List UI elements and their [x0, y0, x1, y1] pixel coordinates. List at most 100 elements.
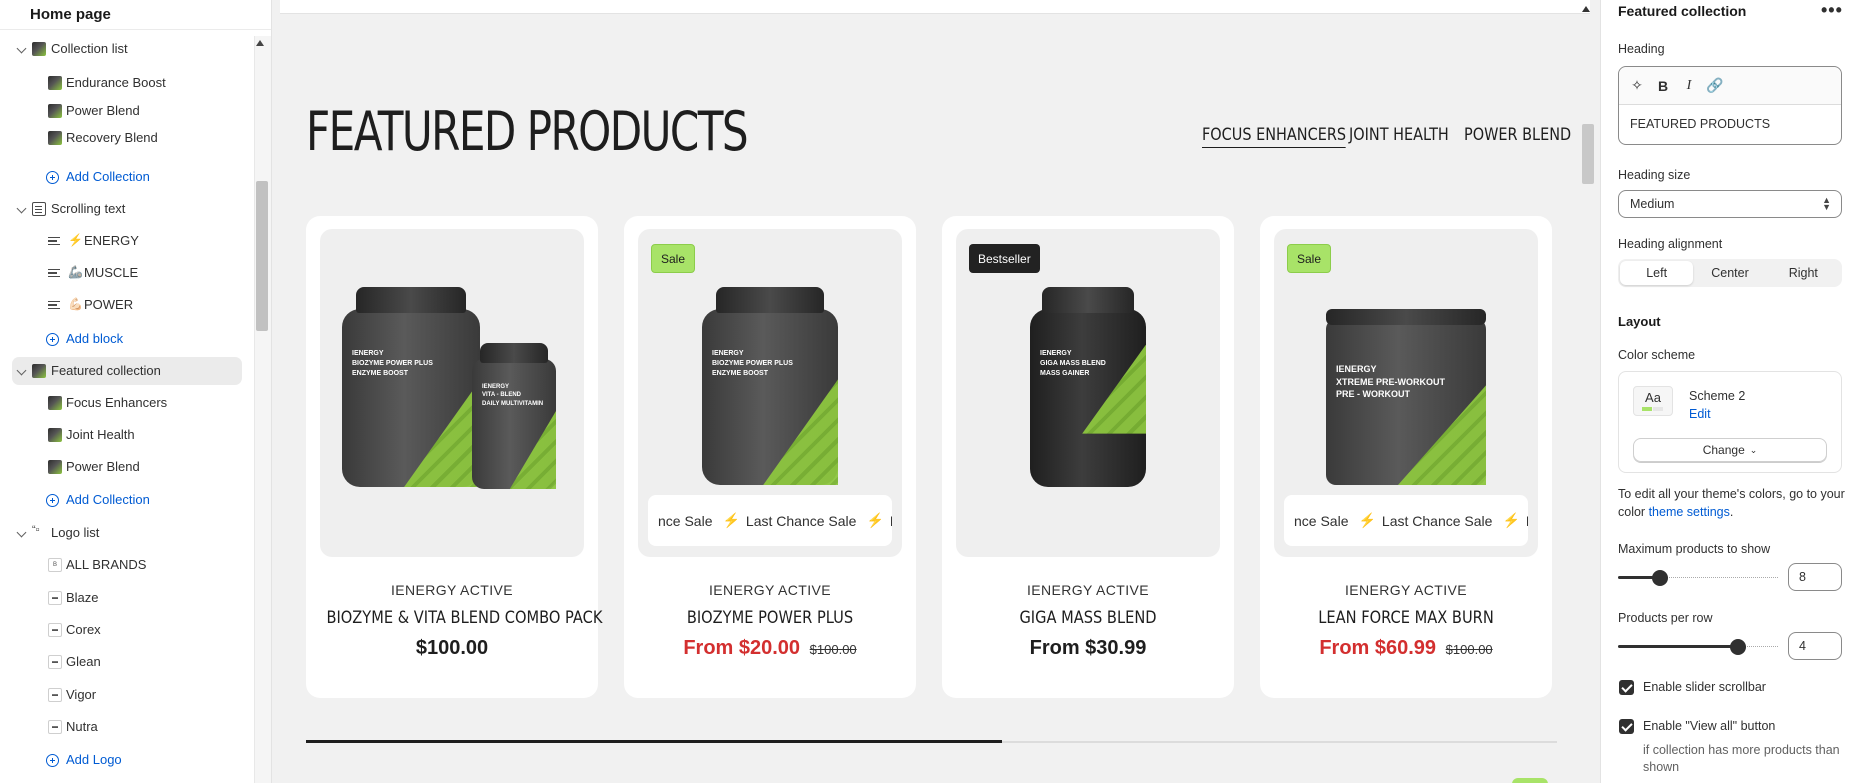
- block-label: Glean: [66, 654, 101, 669]
- page-title[interactable]: Home page: [0, 0, 271, 30]
- align-center-option[interactable]: Center: [1693, 261, 1766, 285]
- product-image[interactable]: Sale IENERGY XTREME PRE-WORKOUT PRE - WO…: [1274, 229, 1538, 557]
- block-row[interactable]: Joint Health: [12, 421, 242, 449]
- add-logo-button[interactable]: Add Logo: [12, 746, 242, 774]
- alignment-segmented-control: Left Center Right: [1618, 259, 1842, 287]
- preview-top-strip: [280, 0, 1590, 14]
- block-label: Blaze: [66, 590, 99, 605]
- product-card[interactable]: Sale IENERGY XTREME PRE-WORKOUT PRE - WO…: [1260, 216, 1552, 698]
- heading-input[interactable]: FEATURED PRODUCTS: [1630, 117, 1770, 131]
- align-right-option[interactable]: Right: [1767, 261, 1840, 285]
- add-block-button[interactable]: Add block: [12, 325, 242, 353]
- per-row-label: Products per row: [1618, 611, 1713, 625]
- collection-thumbnail: [48, 428, 62, 442]
- section-featured-collection[interactable]: Featured collection: [12, 357, 242, 385]
- block-row[interactable]: Power Blend: [12, 97, 242, 125]
- product-image[interactable]: Sale IENERGY BIOZYME POWER PLUS ENZYME B…: [638, 229, 902, 557]
- sidebar-scrollbar-track[interactable]: [254, 36, 271, 783]
- product-card[interactable]: Sale IENERGY BIOZYME POWER PLUS ENZYME B…: [624, 216, 916, 698]
- quote-icon: “▫: [32, 524, 40, 536]
- tab-focus-enhancers[interactable]: FOCUS ENHANCERS: [1202, 125, 1347, 148]
- theme-settings-link[interactable]: theme settings: [1649, 505, 1730, 519]
- more-options-icon[interactable]: •••: [1821, 0, 1843, 21]
- block-row[interactable]: ⚡ ENERGY: [12, 227, 242, 255]
- block-label: Power Blend: [66, 459, 140, 474]
- heading-rich-text-editor[interactable]: ✧ B I 🔗 FEATURED PRODUCTS: [1618, 66, 1842, 145]
- lightning-icon: ⚡: [866, 512, 884, 528]
- section-logo-list[interactable]: “▫ Logo list: [12, 519, 242, 547]
- product-name[interactable]: BIOZYME & VITA BLEND COMBO PACK: [326, 608, 602, 628]
- block-row[interactable]: ▬ Corex: [12, 616, 242, 644]
- section-label: Featured collection: [51, 363, 161, 378]
- color-scheme-label: Color scheme: [1618, 348, 1696, 362]
- block-row[interactable]: ▬ Nutra: [12, 713, 242, 741]
- per-row-input[interactable]: 4: [1788, 632, 1842, 660]
- view-all-checkbox[interactable]: [1619, 719, 1634, 734]
- text-lines-icon: [48, 266, 62, 280]
- product-price: $100.00: [415, 637, 489, 659]
- bold-icon[interactable]: B: [1655, 78, 1671, 94]
- featured-collection-thumbnail: [32, 364, 46, 378]
- slider-knob[interactable]: [1730, 639, 1746, 655]
- product-name[interactable]: BIOZYME POWER PLUS: [644, 608, 895, 628]
- compare-at-price: $100.00: [809, 642, 857, 657]
- product-price: From $20.00: [683, 637, 801, 659]
- marquee-text: La: [1526, 513, 1528, 529]
- link-icon[interactable]: 🔗: [1706, 77, 1723, 94]
- preview-scrollbar-thumb[interactable]: [1582, 124, 1594, 184]
- chevron-down-icon[interactable]: [16, 43, 27, 54]
- per-row-slider[interactable]: [1618, 637, 1778, 657]
- block-row[interactable]: Endurance Boost: [12, 69, 242, 97]
- slider-scrollbar-thumb[interactable]: [306, 740, 1002, 743]
- logo-thumbnail: ▬: [48, 688, 62, 702]
- block-row[interactable]: ▬ Blaze: [12, 584, 242, 612]
- product-card[interactable]: IENERGY BIOZYME POWER PLUS ENZYME BOOST …: [306, 216, 602, 698]
- theme-colors-hint: To edit all your theme's colors, go to y…: [1618, 485, 1848, 521]
- slider-scrollbar[interactable]: [306, 740, 1557, 743]
- block-row[interactable]: ▬ Glean: [12, 648, 242, 676]
- tab-power-blend[interactable]: POWER BLEND: [1464, 125, 1571, 145]
- tab-joint-health[interactable]: JOINT HEALTH: [1349, 125, 1449, 145]
- section-scrolling-text[interactable]: Scrolling text: [12, 195, 242, 223]
- add-collection-button[interactable]: Add Collection: [12, 486, 242, 514]
- block-row[interactable]: 🦾 MUSCLE: [12, 259, 242, 287]
- sidebar-scrollbar-thumb[interactable]: [256, 181, 268, 331]
- chevron-down-icon[interactable]: [16, 527, 27, 538]
- price-row: $100.00: [306, 637, 598, 660]
- product-image[interactable]: IENERGY BIOZYME POWER PLUS ENZYME BOOST …: [320, 229, 584, 557]
- block-row[interactable]: 💪🏻 POWER: [12, 291, 242, 319]
- add-label: Add block: [66, 331, 124, 346]
- product-card[interactable]: Bestseller IENERGY GIGA MASS BLEND MASS …: [942, 216, 1234, 698]
- compare-at-price: $100.00: [1445, 642, 1493, 657]
- section-label: Logo list: [51, 525, 100, 540]
- block-row[interactable]: B ALL BRANDS: [12, 551, 242, 579]
- block-label: MUSCLE: [84, 265, 139, 280]
- product-name[interactable]: LEAN FORCE MAX BURN: [1280, 608, 1531, 628]
- heading-size-select[interactable]: Medium ▲ ▼: [1618, 190, 1842, 218]
- block-row[interactable]: Power Blend: [12, 453, 242, 481]
- chevron-down-icon[interactable]: [16, 203, 27, 214]
- section-label: Scrolling text: [51, 201, 126, 216]
- slider-scrollbar-checkbox[interactable]: [1619, 680, 1634, 695]
- section-collection-list[interactable]: Collection list: [12, 35, 242, 63]
- add-collection-button[interactable]: Add Collection: [12, 163, 242, 191]
- ai-sparkle-icon[interactable]: ✧: [1629, 77, 1645, 94]
- scheme-edit-link[interactable]: Edit: [1689, 407, 1711, 421]
- chevron-down-icon[interactable]: [16, 365, 27, 376]
- supplement-tub-image: IENERGY BIOZYME POWER PLUS ENZYME BOOST: [702, 287, 838, 485]
- block-row[interactable]: Recovery Blend: [12, 124, 242, 152]
- block-label: Vigor: [66, 687, 97, 702]
- block-row[interactable]: Focus Enhancers: [12, 389, 242, 417]
- max-products-input[interactable]: 8: [1788, 563, 1842, 591]
- product-name[interactable]: GIGA MASS BLEND: [962, 608, 1213, 628]
- change-scheme-button[interactable]: Change ⌄: [1633, 438, 1827, 462]
- scroll-up-icon[interactable]: [1582, 6, 1590, 12]
- block-row[interactable]: ▬ Vigor: [12, 681, 242, 709]
- logo-thumbnail: ▬: [48, 655, 62, 669]
- align-left-option[interactable]: Left: [1620, 261, 1694, 285]
- slider-knob[interactable]: [1651, 570, 1668, 586]
- max-products-slider[interactable]: [1618, 568, 1778, 588]
- italic-icon[interactable]: I: [1681, 78, 1697, 94]
- product-image[interactable]: Bestseller IENERGY GIGA MASS BLEND MASS …: [956, 229, 1220, 557]
- scroll-up-icon[interactable]: [256, 40, 264, 46]
